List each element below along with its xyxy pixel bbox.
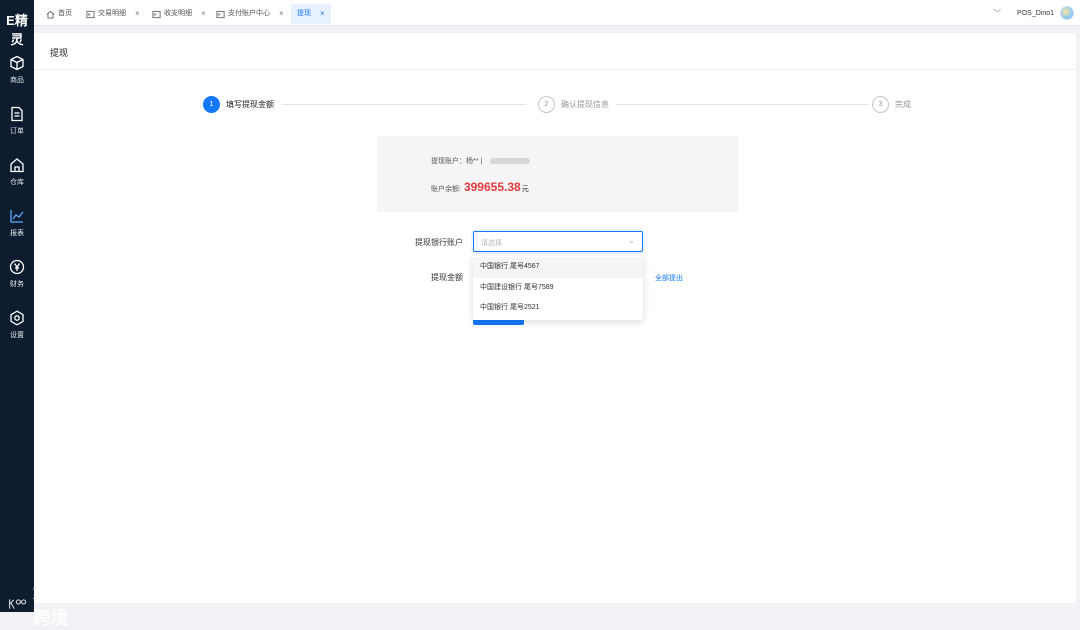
balance-unit: 元	[521, 186, 529, 193]
select-placeholder: 请选择	[481, 240, 502, 247]
balance-value: 399655.38	[463, 180, 521, 194]
step-3: 3 完成	[872, 96, 911, 113]
tab-payment-account-center[interactable]: 支付账户中心 ×	[212, 4, 288, 24]
tab-income-expense[interactable]: 收支明细 ×	[148, 4, 210, 24]
sidebar-item-label: 报表	[10, 230, 24, 237]
divider	[34, 69, 1076, 70]
tab-label: 交易明细	[98, 10, 126, 17]
step-1: 1 填写提现金额	[203, 96, 274, 113]
withdraw-all-link[interactable]: 全部提出	[655, 273, 683, 283]
window-icon	[86, 10, 95, 18]
step-2: 2 确认提现信息	[538, 96, 609, 113]
bank-account-dropdown: 中国银行 尾号4567 中国建设银行 尾号7589 中国银行 尾号2521	[473, 256, 643, 320]
step-number: 3	[872, 96, 889, 113]
tab-label: 收支明细	[164, 10, 192, 17]
sidebar-item-label: 仓库	[10, 179, 24, 186]
step-label: 完成	[895, 100, 911, 109]
sidebar-item-orders[interactable]: 订单	[0, 106, 34, 136]
hexagon-gear-icon	[10, 310, 24, 326]
bank-account-label: 提现银行账户	[415, 238, 463, 247]
main-content: 提现 1 填写提现金额 2 确认提现信息 3 完成 提现账户： 杨** | 账户…	[34, 33, 1076, 603]
tab-withdraw[interactable]: 提现 ×	[291, 4, 331, 24]
yen-coin-icon	[9, 259, 25, 275]
window-icon	[152, 10, 161, 18]
chevron-down-icon: ⌄	[628, 236, 635, 245]
tab-bar: 首页 交易明细 × 收支明细 × 支付账户中心 × 提现 × ﹀ POS_Din…	[34, 0, 1080, 26]
close-icon[interactable]: ×	[201, 4, 206, 24]
amount-label: 提现金额	[431, 273, 463, 282]
tab-label: 首页	[58, 10, 72, 17]
sidebar-item-label: 订单	[10, 128, 24, 135]
step-number: 2	[538, 96, 555, 113]
dropdown-option[interactable]: 中国建设银行 尾号7589	[473, 278, 643, 299]
user-menu[interactable]: ﹀ POS_Dino1	[993, 4, 1074, 22]
window-icon	[216, 10, 225, 18]
avatar[interactable]	[1060, 6, 1074, 20]
tab-label: 支付账户中心	[228, 10, 270, 17]
next-button[interactable]	[473, 320, 524, 325]
masked-account-number	[490, 158, 531, 164]
bank-account-select[interactable]: 请选择 ⌄	[473, 231, 643, 252]
step-connector	[616, 104, 868, 105]
tab-label: 提现	[297, 10, 311, 17]
home-icon	[46, 10, 55, 19]
sidebar-item-settings[interactable]: 设置	[0, 310, 34, 340]
tab-home[interactable]: 首页	[42, 4, 76, 24]
watermark-logo-icon	[9, 599, 27, 609]
tab-transaction-details[interactable]: 交易明细 ×	[82, 4, 144, 24]
cube-icon	[10, 55, 24, 71]
chevron-down-icon[interactable]: ﹀	[993, 8, 1001, 19]
step-number: 1	[203, 96, 220, 113]
account-name: 杨** |	[466, 158, 483, 165]
document-icon	[11, 106, 23, 122]
close-icon[interactable]: ×	[135, 4, 140, 24]
close-icon[interactable]: ×	[279, 4, 284, 24]
page-title: 提现	[50, 48, 69, 58]
app-logo: E精灵	[6, 13, 28, 47]
sidebar-item-products[interactable]: 商品	[0, 55, 34, 85]
sidebar-item-warehouse[interactable]: 仓库	[0, 157, 34, 187]
username: POS_Dino1	[1017, 9, 1054, 17]
balance-label: 账户余额:	[431, 186, 461, 193]
account-row: 提现账户： 杨** |	[431, 156, 531, 166]
sidebar: E精灵 商品 订单 仓库 报表 财务 设置 跨境	[0, 0, 69, 628]
chart-icon	[10, 210, 24, 223]
step-label: 填写提现金额	[226, 100, 274, 109]
account-label: 提现账户：	[431, 158, 466, 165]
sidebar-item-label: 设置	[10, 332, 24, 339]
sidebar-item-reports[interactable]: 报表	[0, 208, 34, 238]
balance-row: 账户余额: 399655.38 元	[431, 180, 529, 194]
dropdown-option[interactable]: 中国银行 尾号2521	[473, 298, 643, 319]
sidebar-item-label: 财务	[10, 281, 24, 288]
sidebar-item-finance[interactable]: 财务	[0, 259, 34, 289]
account-info-panel: 提现账户： 杨** | 账户余额: 399655.38 元	[377, 136, 738, 212]
dropdown-option[interactable]: 中国银行 尾号4567	[473, 257, 643, 278]
house-icon	[10, 158, 24, 173]
close-icon[interactable]: ×	[320, 4, 325, 24]
step-connector	[282, 104, 526, 105]
step-label: 确认提现信息	[561, 100, 609, 109]
sidebar-item-label: 商品	[10, 77, 24, 84]
